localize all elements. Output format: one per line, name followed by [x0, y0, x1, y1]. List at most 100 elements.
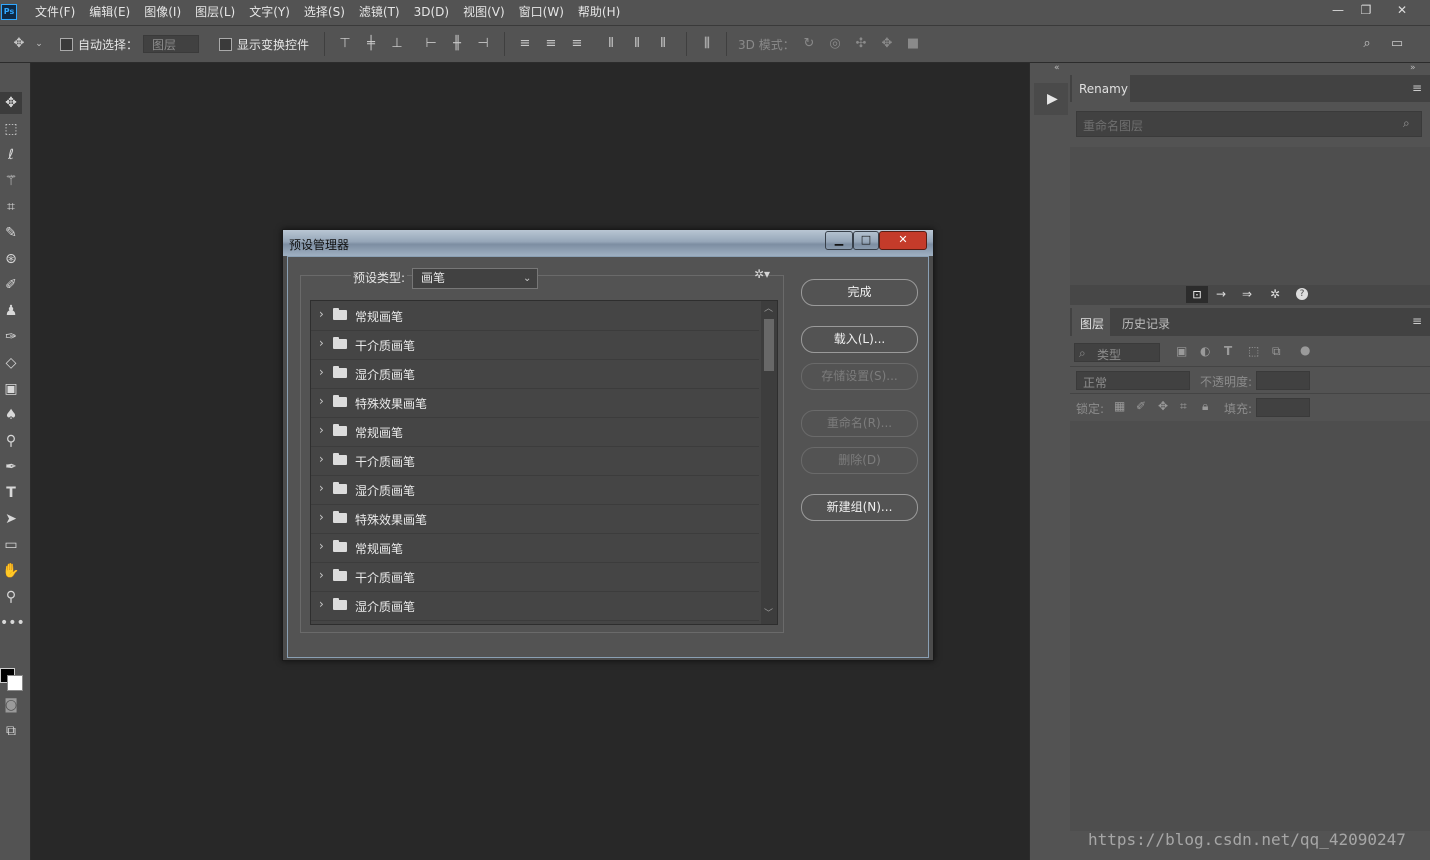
- delete-button[interactable]: 删除(D): [801, 447, 918, 474]
- expand-arrows-icon[interactable]: »: [1410, 63, 1416, 73]
- filter-toggle-icon[interactable]: ●: [1300, 343, 1310, 357]
- list-item[interactable]: › 湿介质画笔: [311, 359, 759, 389]
- 3d-slide-icon[interactable]: ✥: [878, 35, 896, 53]
- chevron-right-icon[interactable]: ›: [319, 307, 324, 321]
- marquee-tool-icon[interactable]: ⬚: [0, 118, 22, 140]
- dialog-maximize-button[interactable]: □: [853, 231, 879, 250]
- search-icon[interactable]: ⌕: [1358, 35, 1376, 53]
- tab-renamy[interactable]: Renamy: [1072, 75, 1130, 103]
- chevron-right-icon[interactable]: ›: [319, 423, 324, 437]
- chevron-right-icon[interactable]: ›: [319, 510, 324, 524]
- align-hcenter-icon[interactable]: ╫: [448, 35, 466, 53]
- list-item[interactable]: › 干介质画笔: [311, 330, 759, 360]
- menu-file[interactable]: 文件(F): [28, 0, 82, 25]
- type-tool-icon[interactable]: T: [0, 482, 22, 504]
- gear-icon[interactable]: ✲▾: [754, 267, 770, 281]
- dodge-tool-icon[interactable]: ⚲: [0, 430, 22, 452]
- menu-type[interactable]: 文字(Y): [242, 0, 297, 25]
- move-tool-icon[interactable]: ✥: [0, 92, 22, 114]
- lock-artboard-icon[interactable]: ⌗: [1180, 399, 1187, 414]
- crop-tool-icon[interactable]: ⌗: [0, 196, 22, 218]
- chevron-right-icon[interactable]: ›: [319, 394, 324, 408]
- opacity-field[interactable]: [1256, 371, 1310, 390]
- distribute-top-icon[interactable]: ≡: [516, 35, 534, 53]
- magic-wand-icon[interactable]: ⚚: [0, 170, 22, 192]
- distribute-left-icon[interactable]: ⫴: [602, 35, 620, 53]
- hand-tool-icon[interactable]: ✋: [0, 560, 22, 582]
- menu-layer[interactable]: 图层(L): [188, 0, 242, 25]
- minimize-button[interactable]: —: [1324, 0, 1352, 20]
- menu-view[interactable]: 视图(V): [456, 0, 512, 25]
- filter-shape-icon[interactable]: ⬚: [1248, 344, 1259, 358]
- distribute-hcenter-icon[interactable]: ⫴: [628, 35, 646, 53]
- gradient-tool-icon[interactable]: ▣: [0, 378, 22, 400]
- align-top-icon[interactable]: ⊤: [336, 35, 354, 53]
- list-item[interactable]: › 特殊效果画笔: [311, 504, 759, 534]
- fill-field[interactable]: [1256, 398, 1310, 417]
- workspace-icon[interactable]: ▭: [1388, 35, 1406, 53]
- history-brush-icon[interactable]: ✑: [0, 326, 22, 348]
- chevron-right-icon[interactable]: ›: [319, 452, 324, 466]
- filter-type-icon[interactable]: T: [1224, 344, 1232, 358]
- lock-position-icon[interactable]: ✥: [1158, 399, 1168, 413]
- list-item[interactable]: › 常规画笔: [311, 301, 759, 331]
- lock-pixels-icon[interactable]: ▦: [1114, 399, 1125, 413]
- renamy-search-field[interactable]: 重命名图层 ⌕: [1076, 111, 1422, 137]
- distribute-vcenter-icon[interactable]: ≡: [542, 35, 560, 53]
- list-item[interactable]: › 常规画笔: [311, 417, 759, 447]
- menu-edit[interactable]: 编辑(E): [82, 0, 137, 25]
- rename-button[interactable]: 重命名(R)...: [801, 410, 918, 437]
- background-color-swatch[interactable]: [7, 675, 23, 691]
- double-arrow-icon[interactable]: ⇒: [1242, 287, 1252, 301]
- menu-filter[interactable]: 滤镜(T): [352, 0, 407, 25]
- collapse-arrows-icon[interactable]: «: [1054, 63, 1060, 73]
- move-tool-icon[interactable]: ✥: [10, 35, 28, 53]
- show-transform-checkbox[interactable]: [219, 38, 232, 51]
- align-bottom-icon[interactable]: ⊥: [388, 35, 406, 53]
- distribute-right-icon[interactable]: ⫴: [654, 35, 672, 53]
- filter-adjustment-icon[interactable]: ◐: [1200, 344, 1210, 358]
- restore-button[interactable]: ❐: [1352, 0, 1380, 20]
- more-tools-icon[interactable]: •••: [0, 612, 25, 634]
- auto-select-checkbox[interactable]: [60, 38, 73, 51]
- load-button[interactable]: 载入(L)...: [801, 326, 918, 353]
- list-item[interactable]: › 干介质画笔: [311, 562, 759, 592]
- rectangle-tool-icon[interactable]: ▭: [0, 534, 22, 556]
- lock-paint-icon[interactable]: ✐: [1136, 399, 1146, 413]
- healing-brush-icon[interactable]: ⊛: [0, 248, 22, 270]
- lasso-tool-icon[interactable]: ℓ: [0, 144, 22, 166]
- screen-mode-icon[interactable]: ⧉: [0, 720, 22, 742]
- path-select-icon[interactable]: ➤: [0, 508, 22, 530]
- chevron-right-icon[interactable]: ›: [319, 539, 324, 553]
- chevron-right-icon[interactable]: ›: [319, 597, 324, 611]
- settings-icon[interactable]: ✲: [1270, 287, 1280, 301]
- scroll-down-icon[interactable]: ﹀: [764, 606, 773, 619]
- 3d-roll-icon[interactable]: ◎: [826, 35, 844, 53]
- eraser-tool-icon[interactable]: ◇: [0, 352, 22, 374]
- menu-3d[interactable]: 3D(D): [407, 0, 456, 25]
- align-vcenter-icon[interactable]: ╪: [362, 35, 380, 53]
- blur-tool-icon[interactable]: ♠: [0, 404, 22, 426]
- preset-type-select[interactable]: 画笔 ⌄: [412, 268, 538, 289]
- clone-stamp-icon[interactable]: ♟: [0, 300, 22, 322]
- dialog-close-button[interactable]: ✕: [879, 231, 927, 250]
- new-group-button[interactable]: 新建组(N)...: [801, 494, 918, 521]
- list-item[interactable]: › 湿介质画笔: [311, 591, 759, 621]
- save-set-button[interactable]: 存储设置(S)...: [801, 363, 918, 390]
- list-item[interactable]: › 常规画笔: [311, 533, 759, 563]
- dialog-title-bar[interactable]: 预设管理器 ▁ □ ✕: [283, 230, 933, 256]
- align-right-icon[interactable]: ⊣: [474, 35, 492, 53]
- menu-help[interactable]: 帮助(H): [571, 0, 627, 25]
- distribute-bottom-icon[interactable]: ≡: [568, 35, 586, 53]
- 3d-scale-icon[interactable]: ■: [904, 35, 922, 53]
- blend-mode-dropdown[interactable]: 正常: [1076, 371, 1190, 390]
- actions-panel-button[interactable]: ▶: [1034, 83, 1068, 115]
- tab-history[interactable]: 历史记录: [1114, 308, 1178, 337]
- brush-tool-icon[interactable]: ✐: [0, 274, 22, 296]
- chevron-right-icon[interactable]: ›: [319, 481, 324, 495]
- filter-smart-object-icon[interactable]: ⧉: [1272, 344, 1281, 359]
- help-icon[interactable]: ?: [1296, 288, 1308, 300]
- menu-select[interactable]: 选择(S): [297, 0, 352, 25]
- chevron-right-icon[interactable]: ›: [319, 568, 324, 582]
- quick-mask-icon[interactable]: ◙: [0, 694, 22, 716]
